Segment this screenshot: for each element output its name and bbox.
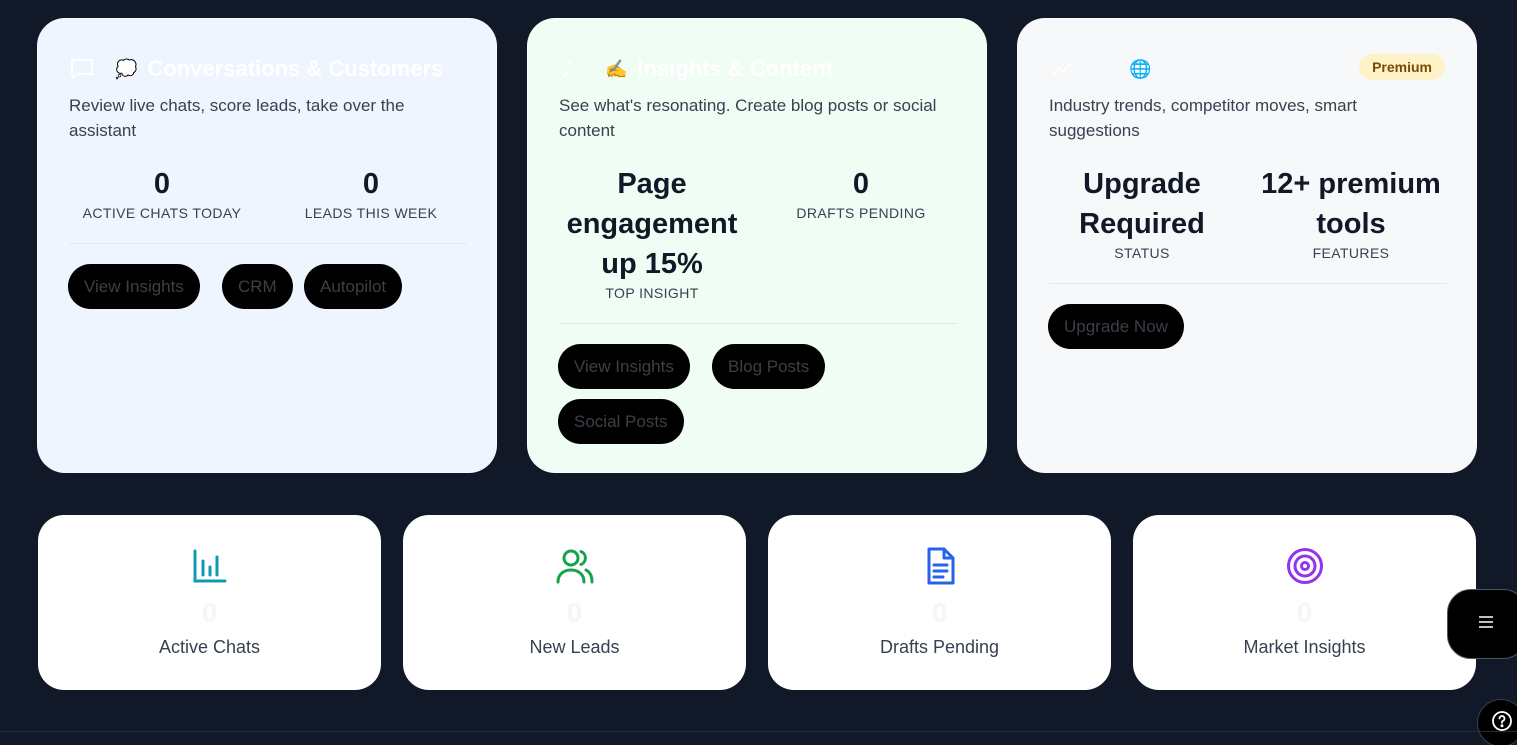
card-description: Industry trends, competitor moves, smart… bbox=[1049, 96, 1357, 140]
tile-label: Market Insights bbox=[1243, 637, 1366, 657]
tile-label: Drafts Pending bbox=[879, 637, 1000, 657]
card-title-text: Insights & Content bbox=[637, 56, 833, 81]
stat-value: 12+ premium tools bbox=[1261, 168, 1441, 240]
stat-top-insight: Page engagement up 15% TOP INSIGHT bbox=[552, 164, 752, 302]
divider bbox=[559, 323, 957, 324]
stat-value: 0 bbox=[362, 168, 380, 200]
chat-bubble-icon bbox=[69, 57, 97, 81]
menu-button[interactable] bbox=[1447, 589, 1517, 659]
view-insights-button[interactable]: View Insights bbox=[68, 264, 200, 309]
target-icon bbox=[1286, 547, 1324, 585]
stat-features: 12+ premium tools FEATURES bbox=[1251, 164, 1451, 262]
tile-value: 0 bbox=[201, 597, 218, 628]
stat-leads-this-week: 0 LEADS THIS WEEK bbox=[271, 164, 471, 222]
stat-value: Page engagement up 15% bbox=[566, 168, 738, 280]
card-description: Review live chats, score leads, take ove… bbox=[69, 96, 405, 140]
tile-label: Active Chats bbox=[158, 637, 261, 657]
stat-drafts-pending: 0 DRAFTS PENDING bbox=[761, 164, 961, 222]
tile-value: 0 bbox=[566, 597, 583, 628]
tile-new-leads[interactable]: 0 New Leads bbox=[403, 515, 746, 690]
help-button[interactable] bbox=[1477, 699, 1517, 745]
bar-chart-icon bbox=[191, 547, 229, 585]
tile-market-insights[interactable]: 0 Market Insights bbox=[1133, 515, 1476, 690]
thought-bubble-icon: 💭 bbox=[115, 59, 138, 79]
stat-label: TOP INSIGHT bbox=[605, 285, 699, 301]
view-insights-button[interactable]: View Insights bbox=[558, 344, 690, 389]
document-icon bbox=[921, 547, 959, 585]
globe-icon: 🌐 bbox=[1129, 59, 1152, 79]
conversations-card: 💭 Conversations & Customers Review live … bbox=[37, 18, 497, 473]
stat-label: DRAFTS PENDING bbox=[796, 205, 926, 221]
stat-value: 0 bbox=[852, 168, 870, 200]
card-title-text: Conversations & Customers bbox=[147, 56, 444, 81]
tile-value: 0 bbox=[1296, 597, 1313, 628]
trend-icon bbox=[1049, 57, 1077, 81]
crm-button[interactable]: CRM bbox=[222, 264, 293, 309]
stat-value: 0 bbox=[153, 168, 171, 200]
tile-value: 0 bbox=[931, 597, 948, 628]
stat-label: STATUS bbox=[1114, 245, 1170, 261]
help-icon bbox=[1491, 710, 1513, 737]
footer-divider bbox=[0, 731, 1517, 732]
market-intelligence-card: 🌐 Premium Industry trends, competitor mo… bbox=[1017, 18, 1477, 473]
stat-label: ACTIVE CHATS TODAY bbox=[82, 205, 242, 221]
menu-icon bbox=[1478, 615, 1494, 634]
stat-active-chats-today: 0 ACTIVE CHATS TODAY bbox=[62, 164, 262, 222]
divider bbox=[69, 243, 467, 244]
stat-status: Upgrade Required STATUS bbox=[1042, 164, 1242, 262]
stat-value: Upgrade Required bbox=[1079, 168, 1205, 240]
premium-badge: Premium bbox=[1359, 54, 1445, 80]
divider bbox=[1049, 283, 1447, 284]
card-title: 🌐 bbox=[1049, 55, 1161, 83]
insights-content-card: ✍️ Insights & Content See what's resonat… bbox=[527, 18, 987, 473]
writing-hand-icon: ✍️ bbox=[605, 59, 628, 79]
stat-label: FEATURES bbox=[1312, 245, 1390, 261]
tile-label: New Leads bbox=[529, 637, 620, 657]
sparkle-icon bbox=[559, 57, 587, 81]
card-title: 💭 Conversations & Customers bbox=[69, 55, 443, 83]
dashboard-page: 💭 Conversations & Customers Review live … bbox=[0, 0, 1517, 745]
stat-label: LEADS THIS WEEK bbox=[304, 205, 438, 221]
users-icon bbox=[556, 547, 594, 585]
social-posts-button[interactable]: Social Posts bbox=[558, 399, 684, 444]
autopilot-button[interactable]: Autopilot bbox=[304, 264, 403, 309]
card-description: See what's resonating. Create blog posts… bbox=[559, 96, 937, 140]
card-title: ✍️ Insights & Content bbox=[559, 55, 833, 83]
blog-posts-button[interactable]: Blog Posts bbox=[712, 344, 826, 389]
tile-active-chats[interactable]: 0 Active Chats bbox=[38, 515, 381, 690]
upgrade-now-button[interactable]: Upgrade Now bbox=[1048, 304, 1184, 349]
tile-drafts-pending[interactable]: 0 Drafts Pending bbox=[768, 515, 1111, 690]
